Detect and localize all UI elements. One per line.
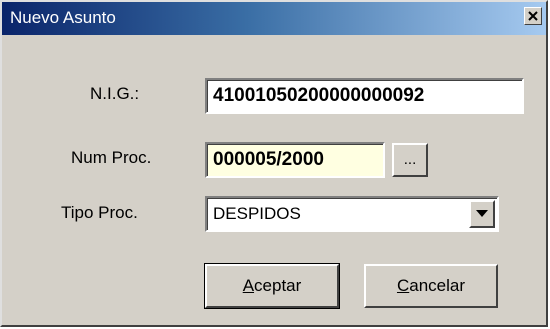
dialog-window: Nuevo Asunto N.I.G.: Num Proc. ... Tipo … xyxy=(0,0,548,327)
cancel-button[interactable]: Cancelar xyxy=(364,264,498,308)
close-button[interactable] xyxy=(524,7,542,25)
tipo-proc-label: Tipo Proc. xyxy=(61,203,138,222)
cancel-mnemonic: C xyxy=(396,276,410,295)
browse-button[interactable]: ... xyxy=(392,143,428,177)
window-title: Nuevo Asunto xyxy=(10,8,116,27)
nig-input[interactable] xyxy=(205,78,524,114)
chevron-down-icon xyxy=(476,210,488,217)
accept-mnemonic: A xyxy=(242,276,255,295)
accept-label-rest: ceptar xyxy=(254,276,302,295)
tipo-proc-select[interactable]: DESPIDOS xyxy=(205,196,499,232)
tipo-proc-value: DESPIDOS xyxy=(213,204,301,223)
cancel-label-rest: ancelar xyxy=(409,276,466,295)
nig-label: N.I.G.: xyxy=(90,84,140,103)
dropdown-button[interactable] xyxy=(469,200,495,228)
num-proc-input[interactable] xyxy=(205,142,385,178)
num-proc-label: Num Proc. xyxy=(71,148,152,167)
accept-button[interactable]: Aceptar xyxy=(204,263,340,309)
close-icon xyxy=(528,11,538,21)
title-bar[interactable]: Nuevo Asunto xyxy=(2,2,546,35)
